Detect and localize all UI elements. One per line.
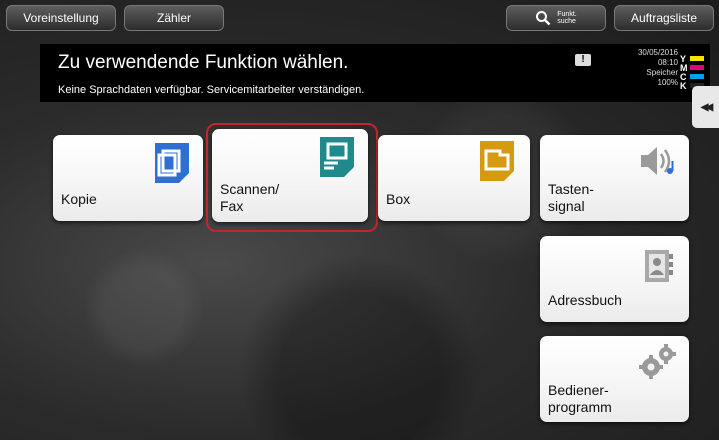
job-list-label: Auftragsliste bbox=[630, 11, 698, 25]
key-sound-tile[interactable]: Tasten- signal bbox=[540, 135, 689, 221]
selection-highlight bbox=[206, 123, 378, 232]
memory-value: 100% bbox=[657, 78, 678, 87]
gears-icon bbox=[639, 344, 676, 379]
toner-letter: K bbox=[680, 80, 687, 91]
time-display: 08:10 bbox=[657, 58, 678, 67]
function-search-label: Funkt. suche bbox=[557, 11, 576, 25]
toner-levels: Y M C K bbox=[680, 54, 708, 91]
side-panel-toggle[interactable]: ◀◀ bbox=[692, 86, 719, 128]
box-icon bbox=[480, 141, 514, 181]
status-message: Keine Sprachdaten verfügbar. Servicemita… bbox=[58, 84, 365, 96]
message-header: Zu verwendende Funktion wählen. Keine Sp… bbox=[40, 44, 710, 102]
address-book-tile[interactable]: Adressbuch bbox=[540, 236, 689, 322]
copy-label: Kopie bbox=[61, 191, 97, 207]
copy-icon bbox=[155, 143, 189, 183]
speaker-icon bbox=[641, 147, 674, 175]
function-search-label-line2: suche bbox=[557, 18, 576, 25]
utility-label: Bediener- programm bbox=[548, 382, 612, 416]
utility-tile[interactable]: Bediener- programm bbox=[540, 336, 689, 422]
function-search-label-line1: Funkt. bbox=[557, 11, 577, 18]
warning-icon[interactable]: ! bbox=[575, 54, 591, 66]
toner-bar bbox=[690, 65, 704, 70]
counter-label: Zähler bbox=[156, 11, 191, 25]
key-sound-label-line1: Tasten- bbox=[548, 181, 594, 197]
address-book-icon bbox=[645, 250, 673, 282]
box-tile[interactable]: Box bbox=[378, 135, 530, 221]
search-icon bbox=[536, 11, 551, 26]
address-book-label: Adressbuch bbox=[548, 292, 622, 308]
job-list-button[interactable]: Auftragsliste bbox=[614, 5, 714, 31]
memory-label: Speicher bbox=[646, 68, 678, 77]
date-display: 30/05/2016 bbox=[637, 48, 678, 57]
function-search-button[interactable]: Funkt. suche bbox=[506, 5, 606, 31]
copy-tile[interactable]: Kopie bbox=[53, 135, 203, 221]
key-sound-label-line2: signal bbox=[548, 198, 585, 214]
page-title: Zu verwendende Funktion wählen. bbox=[58, 52, 349, 73]
preset-button[interactable]: Voreinstellung bbox=[6, 5, 116, 31]
box-label: Box bbox=[386, 191, 411, 207]
top-bar: Voreinstellung Zähler Funkt. suche Auftr… bbox=[0, 0, 719, 42]
toner-bar bbox=[690, 56, 704, 61]
key-sound-label: Tasten- signal bbox=[548, 181, 594, 215]
double-chevron-left-icon: ◀◀ bbox=[700, 101, 714, 113]
counter-button[interactable]: Zähler bbox=[124, 5, 224, 31]
utility-label-line1: Bediener- bbox=[548, 382, 609, 398]
utility-label-line2: programm bbox=[548, 399, 612, 415]
preset-label: Voreinstellung bbox=[23, 11, 99, 25]
device-info: 30/05/2016 08:10 Speicher 100% bbox=[638, 48, 678, 88]
toner-bar bbox=[690, 74, 704, 79]
